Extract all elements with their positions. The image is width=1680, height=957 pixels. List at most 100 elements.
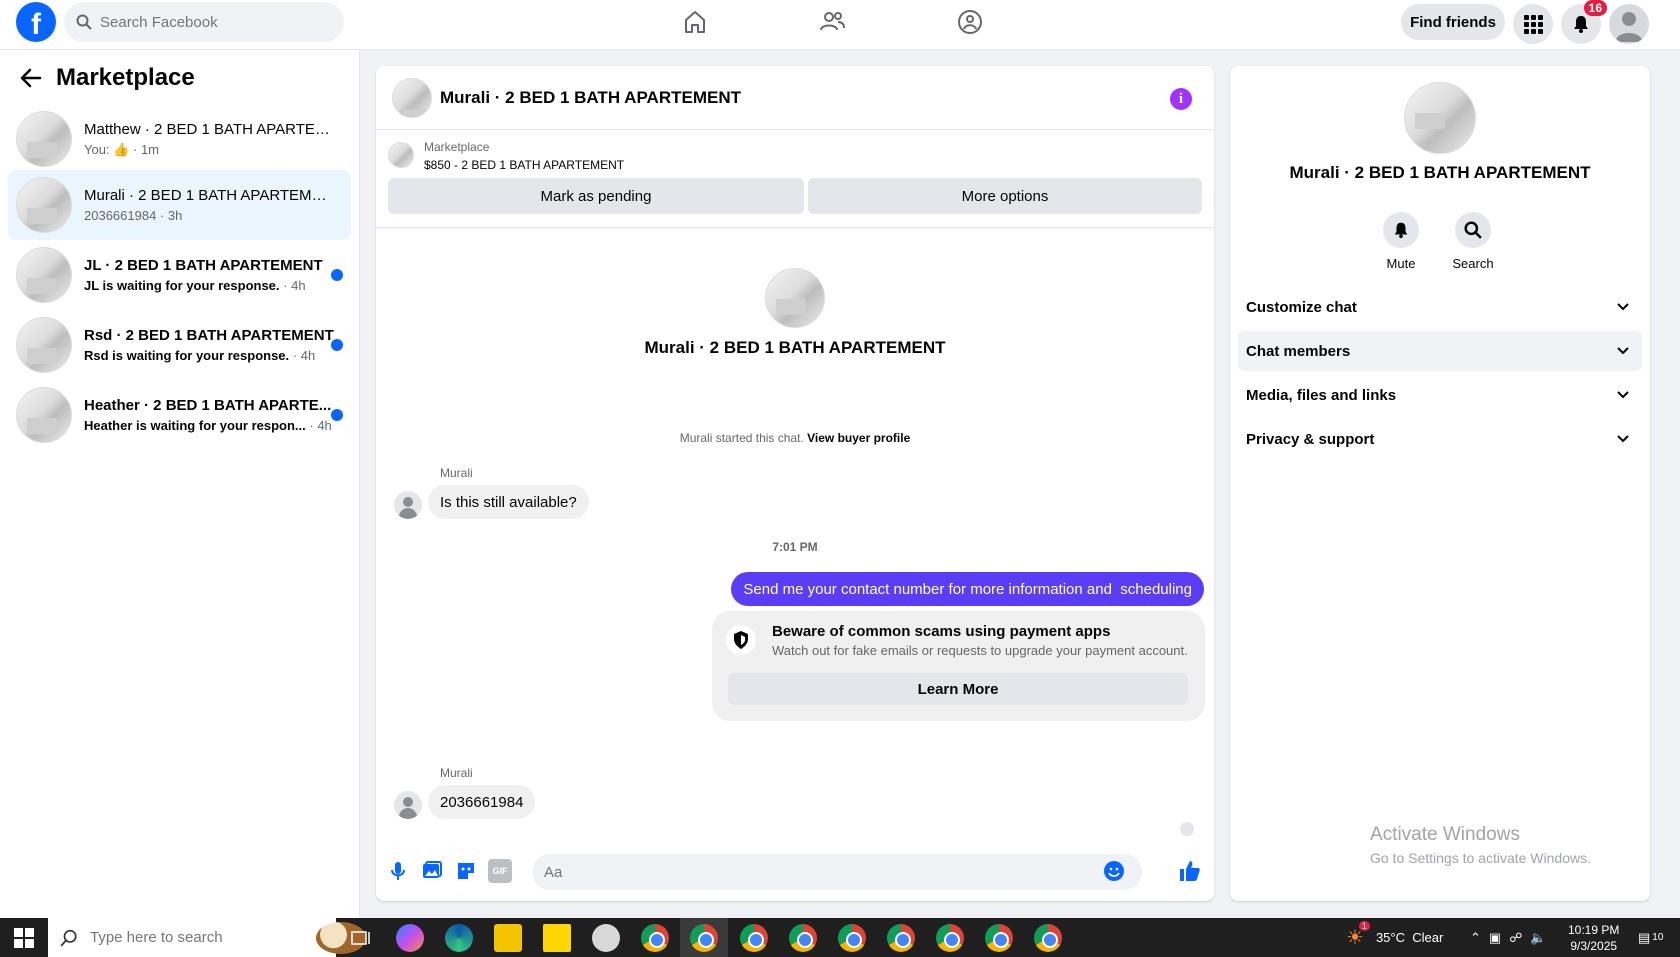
file-explorer-icon[interactable] xyxy=(494,924,522,952)
groups-icon[interactable] xyxy=(956,8,984,36)
customize-chat-section[interactable]: Customize chat xyxy=(1238,287,1642,327)
chat-center-avatar xyxy=(765,268,825,328)
taskbar-search-input[interactable] xyxy=(90,929,240,946)
volume-icon[interactable]: 🔈 xyxy=(1530,930,1546,946)
privacy-support-section[interactable]: Privacy & support xyxy=(1238,419,1642,459)
chrome-icon[interactable] xyxy=(1034,924,1062,952)
copilot-icon[interactable] xyxy=(396,924,424,952)
chat-members-section[interactable]: Chat members xyxy=(1238,331,1642,371)
message-input[interactable] xyxy=(532,854,1142,890)
find-friends-button[interactable]: Find friends xyxy=(1401,4,1505,40)
mute-button[interactable]: Mute xyxy=(1371,212,1431,271)
message-sender: Murali xyxy=(440,466,473,480)
conversation-name: Heather · 2 BED 1 BATH APARTE... xyxy=(84,397,332,414)
task-view-icon[interactable] xyxy=(347,924,375,952)
taskbar-search-box[interactable] xyxy=(48,918,366,957)
sender-avatar[interactable] xyxy=(394,791,422,819)
thumbs-up-icon[interactable] xyxy=(1178,859,1202,883)
meet-now-icon[interactable]: ▣ xyxy=(1489,930,1501,946)
conversation-item-murali[interactable]: Murali · 2 BED 1 BATH APARTEMENT 2036661… xyxy=(8,170,351,240)
incoming-message[interactable]: Is this still available? xyxy=(428,485,589,519)
outgoing-message[interactable]: Send me your contact number for more inf… xyxy=(731,572,1204,606)
conversation-name: Matthew · 2 BED 1 BATH APARTEM... xyxy=(84,120,334,138)
chrome-icon[interactable] xyxy=(740,924,768,952)
notification-center-button[interactable]: ▤ 10 xyxy=(1638,918,1663,957)
chevron-down-icon xyxy=(1617,303,1629,311)
system-tray: ⌃ ▣ ☍ 🔈 xyxy=(1470,918,1547,957)
shield-icon xyxy=(726,625,756,655)
profile-silhouette-icon xyxy=(1615,12,1643,42)
listing-thumbnail xyxy=(16,317,72,373)
message-sender: Murali xyxy=(440,766,473,780)
bell-icon xyxy=(1394,222,1408,239)
conversation-item-rsd[interactable]: Rsd · 2 BED 1 BATH APARTEMENT Rsd is wai… xyxy=(8,310,351,380)
search-icon xyxy=(1464,221,1482,239)
learn-more-button[interactable]: Learn More xyxy=(728,673,1188,705)
unread-dot xyxy=(331,339,343,351)
chat-title[interactable]: Murali · 2 BED 1 BATH APARTEMENT xyxy=(440,88,741,108)
conversation-item-heather[interactable]: Heather · 2 BED 1 BATH APARTE... Heather… xyxy=(8,380,351,450)
thumbs-up-icon: 👍 xyxy=(113,141,130,157)
listing-thumbnail xyxy=(16,387,72,443)
chrome-icon[interactable] xyxy=(690,924,718,952)
search-in-chat-button[interactable]: Search xyxy=(1443,212,1503,271)
sidebar-title: Marketplace xyxy=(56,64,195,91)
media-files-links-section[interactable]: Media, files and links xyxy=(1238,375,1642,415)
search-box[interactable] xyxy=(64,2,344,42)
more-options-button[interactable]: More options xyxy=(808,178,1202,214)
paint-icon[interactable] xyxy=(592,924,620,952)
chrome-icon[interactable] xyxy=(887,924,915,952)
listing-thumbnail xyxy=(16,177,72,233)
sidebar-header: Marketplace xyxy=(20,64,195,92)
home-icon[interactable] xyxy=(681,8,709,36)
chrome-icon[interactable] xyxy=(789,924,817,952)
chevron-up-icon[interactable]: ⌃ xyxy=(1470,930,1481,946)
network-icon[interactable]: ☍ xyxy=(1509,930,1522,946)
sender-avatar[interactable] xyxy=(394,491,422,519)
account-avatar[interactable] xyxy=(1609,4,1649,44)
clock[interactable]: 10:19 PM 9/3/2025 xyxy=(1568,918,1619,957)
chrome-icon[interactable] xyxy=(641,924,669,952)
microphone-icon[interactable] xyxy=(386,859,410,883)
weather-widget[interactable]: ☀ 1 35°C Clear xyxy=(1346,918,1443,957)
chrome-icon[interactable] xyxy=(985,924,1013,952)
sticky-notes-icon[interactable] xyxy=(543,924,571,952)
gif-icon[interactable]: GIF xyxy=(488,859,512,883)
mute-label: Mute xyxy=(1386,256,1416,271)
details-avatar[interactable] xyxy=(1404,82,1476,154)
details-name: Murali · 2 BED 1 BATH APARTEMENT xyxy=(1289,163,1591,182)
emoji-icon[interactable] xyxy=(1102,859,1126,883)
view-buyer-profile-link[interactable]: View buyer profile xyxy=(807,431,910,445)
chat-window: Murali · 2 BED 1 BATH APARTEMENT i Marke… xyxy=(376,66,1214,901)
unread-dot xyxy=(331,269,343,281)
search-icon xyxy=(76,14,92,30)
conversation-item-matthew[interactable]: Matthew · 2 BED 1 BATH APARTEM... You: 👍… xyxy=(8,104,351,174)
photo-icon[interactable] xyxy=(420,859,444,883)
friends-icon[interactable] xyxy=(818,8,846,36)
back-arrow-icon[interactable] xyxy=(20,68,42,88)
listing-price[interactable]: $850 - 2 BED 1 BATH APARTEMENT xyxy=(424,158,624,172)
search-icon xyxy=(60,929,77,946)
chat-header: Murali · 2 BED 1 BATH APARTEMENT i xyxy=(376,66,1214,130)
edge-icon[interactable] xyxy=(445,924,473,952)
mark-as-pending-button[interactable]: Mark as pending xyxy=(388,178,804,214)
chrome-icon[interactable] xyxy=(936,924,964,952)
info-icon[interactable]: i xyxy=(1170,88,1192,110)
listing-thumbnail[interactable] xyxy=(388,142,414,168)
page-scrollbar[interactable] xyxy=(1664,50,1680,918)
incoming-message[interactable]: 2036661984 xyxy=(428,785,536,819)
notifications-button[interactable]: 16 xyxy=(1561,0,1607,44)
windows-start-icon[interactable] xyxy=(14,928,34,948)
chrome-icon[interactable] xyxy=(838,924,866,952)
sticker-icon[interactable] xyxy=(454,859,478,883)
grid-menu-icon xyxy=(1524,15,1543,34)
listing-label: Marketplace xyxy=(424,140,490,154)
menu-button[interactable] xyxy=(1513,4,1553,44)
facebook-logo[interactable]: f xyxy=(16,2,56,42)
search-input[interactable] xyxy=(100,13,320,31)
chat-avatar[interactable] xyxy=(392,77,432,118)
seen-indicator-avatar xyxy=(1180,822,1194,836)
listing-banner: Marketplace $850 - 2 BED 1 BATH APARTEME… xyxy=(376,130,1214,228)
conversation-item-jl[interactable]: JL · 2 BED 1 BATH APARTEMENT JL is waiti… xyxy=(8,240,351,310)
conversation-preview: JL is waiting for your response. · 4h xyxy=(84,278,306,293)
